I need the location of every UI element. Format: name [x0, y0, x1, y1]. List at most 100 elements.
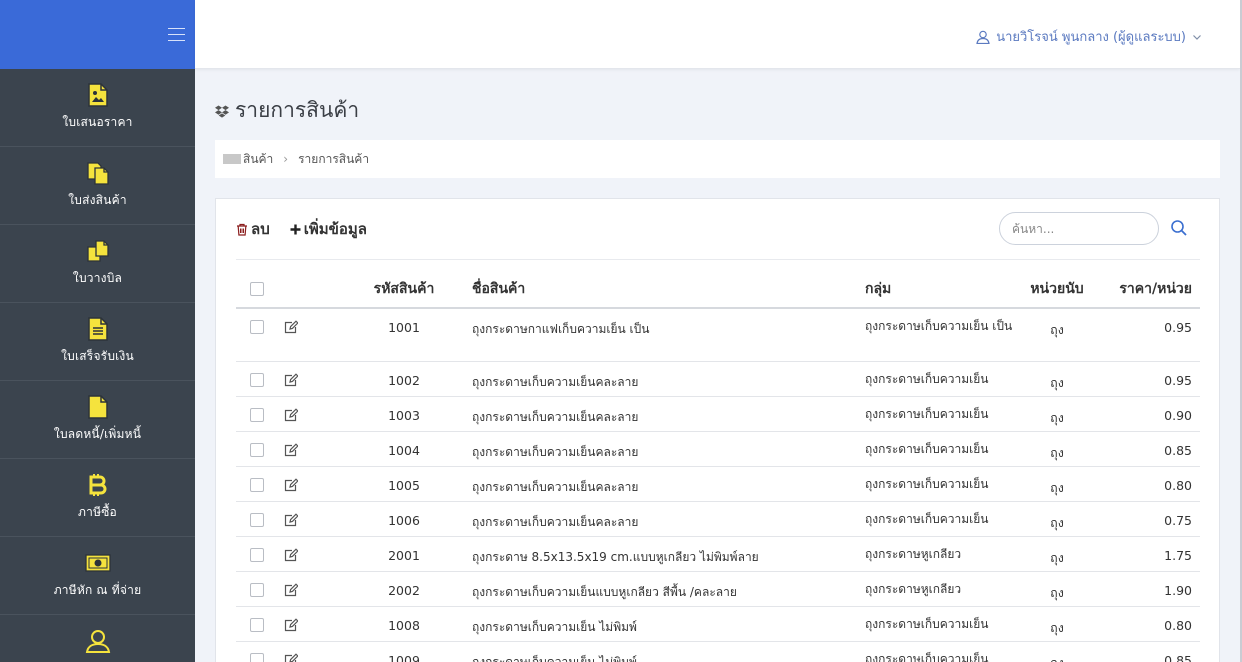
cell-group: ถุงกระดาษหูเกลียว	[865, 536, 1015, 572]
header-unit[interactable]: หน่วยนับ	[1015, 271, 1099, 309]
table-row[interactable]: 1008 ถุงกระดาษเก็บความเย็น ไม่พิมพ์ ถุงกระ…	[236, 606, 1200, 642]
row-checkbox[interactable]	[250, 372, 264, 387]
edit-icon[interactable]	[284, 442, 298, 457]
table-row[interactable]: 1006 ถุงกระดาษเก็บความเย็นคละลาย ถุงกระดาษ…	[236, 501, 1200, 537]
table-row[interactable]: 1002 ถุงกระดาษเก็บความเย็นคละลาย ถุงกระดาษ…	[236, 361, 1200, 397]
cell-code: 2002	[346, 571, 462, 607]
sidebar-item-label: ใบเสนอราคา	[62, 115, 133, 129]
row-select-cell	[236, 536, 276, 572]
blank-file-icon	[85, 394, 111, 420]
edit-icon[interactable]	[284, 407, 298, 422]
row-select-cell	[236, 396, 276, 432]
cell-name: ถุงกระดาษเก็บความเย็นคละลาย	[462, 501, 865, 537]
cell-group: ถุงกระดาษเก็บความเย็น	[865, 396, 1015, 432]
cell-unit: ถุง	[1015, 501, 1099, 537]
sidebar-item-users[interactable]	[0, 615, 195, 662]
row-checkbox[interactable]	[250, 442, 264, 457]
search-icon[interactable]	[1170, 219, 1188, 237]
cell-group: ถุงกระดาษเก็บความเย็น	[865, 641, 1015, 662]
cell-group: ถุงกระดาษเก็บความเย็น	[865, 466, 1015, 502]
table-row[interactable]: 1004 ถุงกระดาษเก็บความเย็นคละลาย ถุงกระดาษ…	[236, 431, 1200, 467]
toolbar-divider	[236, 259, 1200, 260]
header-price[interactable]: ราคา/หน่วย	[1099, 271, 1200, 309]
users-icon	[85, 628, 111, 654]
table-row[interactable]: 1005 ถุงกระดาษเก็บความเย็นคละลาย ถุงกระดาษ…	[236, 466, 1200, 502]
cell-code: 1003	[346, 396, 462, 432]
cell-price: 0.85	[1099, 431, 1200, 467]
table-header-row: รหัสสินค้า ชื่อสินค้า กลุ่ม หน่วยนับ ราค…	[236, 271, 1200, 309]
header-edit-cell	[276, 271, 346, 309]
header-group[interactable]: กลุ่ม	[865, 271, 1015, 309]
row-checkbox[interactable]	[250, 582, 264, 597]
chevron-down-icon	[1193, 34, 1201, 40]
cell-code: 1009	[346, 641, 462, 662]
cell-price: 0.95	[1099, 308, 1200, 362]
row-select-cell	[236, 501, 276, 537]
table-row[interactable]: 1003 ถุงกระดาษเก็บความเย็นคละลาย ถุงกระดาษ…	[236, 396, 1200, 432]
table-row[interactable]: 2001 ถุงกระดาษ 8.5x13.5x19 cm.แบบหูเกลียว…	[236, 536, 1200, 572]
row-checkbox[interactable]	[250, 407, 264, 422]
row-checkbox[interactable]	[250, 477, 264, 492]
row-checkbox[interactable]	[250, 320, 264, 334]
image-file-icon	[85, 82, 111, 108]
cell-name: ถุงกระดาษเก็บความเย็นแบบหูเกลียว สีพื้น …	[462, 571, 865, 607]
row-checkbox[interactable]	[250, 547, 264, 562]
edit-icon[interactable]	[284, 477, 298, 492]
sidebar-item-receipt[interactable]: ใบเสร็จรับเงิน	[0, 303, 195, 381]
sidebar-item-billing[interactable]: ใบวางบิล	[0, 225, 195, 303]
row-edit-cell	[276, 571, 346, 607]
edit-icon[interactable]	[284, 617, 298, 632]
header-code[interactable]: รหัสสินค้า	[346, 271, 462, 309]
select-all-checkbox[interactable]	[250, 282, 264, 296]
cell-price: 0.80	[1099, 606, 1200, 642]
sidebar-item-withholding-tax[interactable]: ภาษีหัก ณ ที่จ่าย	[0, 537, 195, 615]
sidebar-item-delivery[interactable]: ใบส่งสินค้า	[0, 147, 195, 225]
cell-unit: ถุง	[1015, 641, 1099, 662]
top-header: นายวิโรจน์ พูนกลาง (ผู้ดูแลระบบ)	[195, 0, 1240, 69]
row-edit-cell	[276, 466, 346, 502]
user-menu[interactable]: นายวิโรจน์ พูนกลาง (ผู้ดูแลระบบ)	[976, 26, 1202, 47]
row-edit-cell	[276, 501, 346, 537]
edit-icon[interactable]	[284, 582, 298, 597]
breadcrumb: สินค้า › รายการสินค้า	[215, 140, 1220, 178]
cell-name: ถุงกระดาษกาแฟเก็บความเย็น เป็น	[462, 308, 865, 362]
cell-price: 1.90	[1099, 571, 1200, 607]
sidebar-item-quotation[interactable]: ใบเสนอราคา	[0, 69, 195, 147]
product-table: รหัสสินค้า ชื่อสินค้า กลุ่ม หน่วยนับ ราค…	[236, 271, 1200, 662]
edit-icon[interactable]	[284, 320, 298, 334]
sidebar-item-label: ใบเสร็จรับเงิน	[61, 349, 134, 363]
edit-icon[interactable]	[284, 512, 298, 527]
edit-icon[interactable]	[284, 652, 298, 662]
breadcrumb-current: รายการสินค้า	[298, 151, 370, 166]
clone-icon	[85, 238, 111, 264]
sidebar-item-credit-debit-note[interactable]: ใบลดหนี้/เพิ่มหนี้	[0, 381, 195, 459]
sidebar-item-purchase-tax[interactable]: ภาษีซื้อ	[0, 459, 195, 537]
delete-label: ลบ	[251, 220, 270, 238]
table-row[interactable]: 1001 ถุงกระดาษกาแฟเก็บความเย็น เป็น ถุงกระ…	[236, 308, 1200, 362]
edit-icon[interactable]	[284, 372, 298, 387]
cell-code: 1006	[346, 501, 462, 537]
search-input[interactable]	[999, 212, 1159, 245]
row-checkbox[interactable]	[250, 652, 264, 662]
row-select-cell	[236, 308, 276, 362]
cell-unit: ถุง	[1015, 466, 1099, 502]
trash-icon	[237, 223, 247, 236]
cell-name: ถุงกระดาษเก็บความเย็น ไม่พิมพ์	[462, 641, 865, 662]
table-row[interactable]: 2002 ถุงกระดาษเก็บความเย็นแบบหูเกลียว สีพ…	[236, 571, 1200, 607]
breadcrumb-separator-icon: ›	[283, 152, 289, 166]
menu-toggle-icon[interactable]	[168, 27, 185, 41]
cell-name: ถุงกระดาษเก็บความเย็นคละลาย	[462, 361, 865, 397]
delete-button[interactable]: ลบ	[236, 217, 270, 241]
row-checkbox[interactable]	[250, 617, 264, 632]
cell-price: 1.75	[1099, 536, 1200, 572]
header-name[interactable]: ชื่อสินค้า	[462, 271, 865, 309]
table-row[interactable]: 1009 ถุงกระดาษเก็บความเย็น ไม่พิมพ์ ถุงกระ…	[236, 641, 1200, 662]
add-button[interactable]: เพิ่มข้อมูล	[290, 217, 367, 241]
cell-group: ถุงกระดาษเก็บความเย็น	[865, 501, 1015, 537]
row-edit-cell	[276, 308, 346, 362]
row-checkbox[interactable]	[250, 512, 264, 527]
page-title: รายการสินค้า	[215, 94, 359, 127]
breadcrumb-parent[interactable]: สินค้า	[243, 150, 273, 169]
cell-code: 1008	[346, 606, 462, 642]
edit-icon[interactable]	[284, 547, 298, 562]
